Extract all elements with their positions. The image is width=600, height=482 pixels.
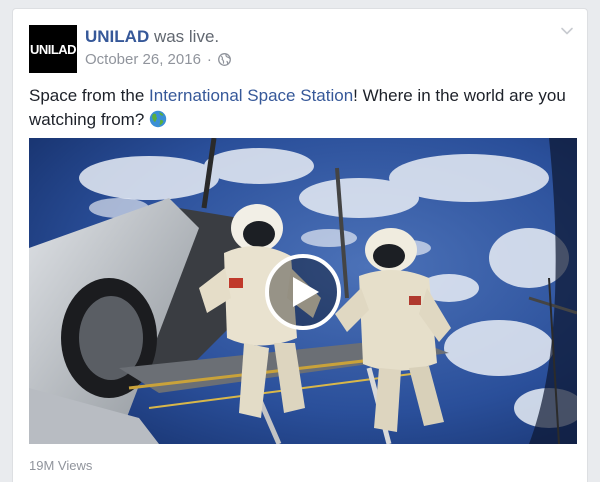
- post-card: UNILAD UNILAD was live. October 26, 2016…: [12, 8, 588, 482]
- post-message: Space from the International Space Stati…: [29, 84, 569, 132]
- post-header: UNILAD was live. October 26, 2016 ·: [85, 26, 231, 68]
- iss-link[interactable]: International Space Station: [149, 86, 353, 105]
- play-icon: [293, 277, 319, 307]
- chevron-down-icon[interactable]: [559, 23, 575, 39]
- play-button[interactable]: [265, 254, 341, 330]
- live-video-player[interactable]: [29, 138, 577, 444]
- earth-globe-americas-icon: [149, 110, 167, 128]
- post-timestamp[interactable]: October 26, 2016: [85, 51, 201, 68]
- view-count: 19M Views: [29, 458, 93, 473]
- globe-icon[interactable]: [217, 53, 231, 66]
- post-meta: October 26, 2016 ·: [85, 51, 231, 68]
- author-line: UNILAD was live.: [85, 26, 231, 48]
- author-link[interactable]: UNILAD: [85, 27, 149, 46]
- avatar-logo-text: UNILAD: [29, 41, 77, 57]
- message-text-start: Space from the: [29, 86, 150, 105]
- page-avatar[interactable]: UNILAD: [29, 25, 77, 73]
- live-status: was live.: [153, 27, 220, 46]
- meta-separator: ·: [206, 51, 212, 68]
